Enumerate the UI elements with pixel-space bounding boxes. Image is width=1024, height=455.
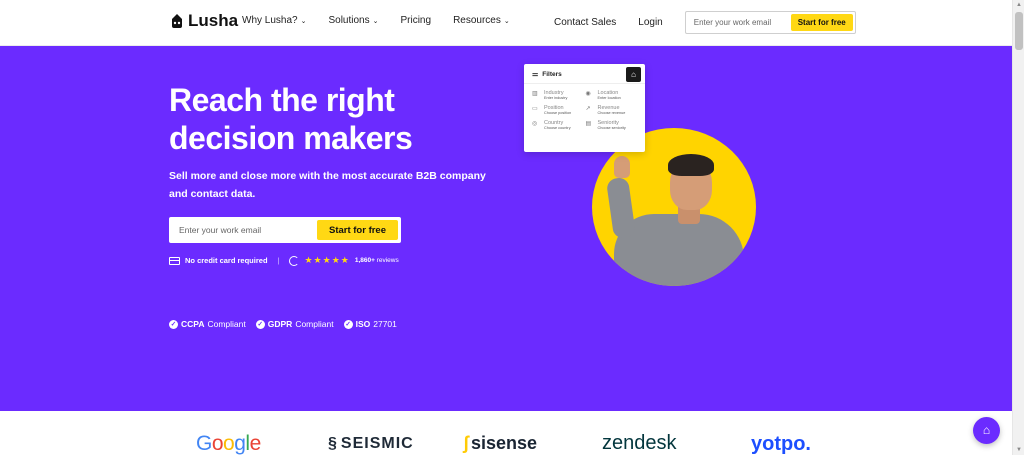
main-nav: Why Lusha? ⌄ Solutions ⌄ Pricing Resourc… <box>242 15 510 26</box>
reviews-count: 1,860+ reviews <box>355 257 399 264</box>
nav-solutions[interactable]: Solutions ⌄ <box>328 15 378 26</box>
hero-email-input[interactable] <box>179 225 317 235</box>
hero-subhead: Sell more and close more with the most a… <box>169 170 486 200</box>
yotpo-text: yotpo. <box>751 433 811 455</box>
globe-icon: ◎ <box>532 121 538 127</box>
google-text: Google <box>196 432 261 455</box>
zendesk-text: zendesk <box>602 432 677 454</box>
hero-headline: Reach the right decision makers <box>169 82 413 156</box>
scroll-thumb[interactable] <box>1015 12 1023 50</box>
filter-sub: Choose seniority <box>597 126 626 130</box>
check-circle-icon: ✓ <box>343 319 353 329</box>
person-hand <box>614 156 630 178</box>
filters-grid: ▥ Industry Enter industry ◉ Location Enter… <box>524 84 645 131</box>
lusha-mini-logo-icon: ⌂ <box>626 66 641 82</box>
lusha-chat-icon: ⌂ <box>982 423 991 437</box>
pin-icon: ◉ <box>585 91 591 97</box>
sisense-mark-icon: ʃ <box>463 433 469 453</box>
contact-sales-link[interactable]: Contact Sales <box>554 12 616 34</box>
no-credit-card-note: No credit card required <box>169 256 268 265</box>
nav-label: Solutions <box>328 15 370 26</box>
gdpr-badge: ✓ GDPR Compliant <box>255 319 334 329</box>
filters-title-text: Filters <box>542 70 562 78</box>
person-hair <box>668 154 714 176</box>
badge-rest: 27701 <box>373 319 397 329</box>
nav-label: Pricing <box>400 15 432 26</box>
briefcase-icon: ▭ <box>532 106 538 112</box>
badge-strong: CCPA <box>181 319 205 329</box>
lusha-logo[interactable]: Lusha <box>170 11 238 31</box>
lusha-logo-icon <box>172 14 182 28</box>
ccpa-badge: ✓ CCPA Compliant <box>169 319 246 329</box>
building-icon: ▥ <box>532 91 538 97</box>
brand-name: Lusha <box>188 11 239 30</box>
google-logo: Google <box>196 433 261 454</box>
scroll-down-arrow-icon[interactable]: ▼ <box>1016 447 1022 453</box>
nav-pricing[interactable]: Pricing <box>400 15 431 26</box>
login-link[interactable]: Login <box>638 12 662 34</box>
filter-industry[interactable]: ▥ Industry Enter industry <box>532 90 586 101</box>
rating-stars: ★★★★★ <box>304 255 350 265</box>
filter-sub: Choose revenue <box>597 111 626 115</box>
chevron-down-icon: ⌄ <box>300 17 307 25</box>
sliders-icon: ⚌ <box>532 71 539 78</box>
header-signup-form: Start for free <box>684 11 856 34</box>
person-arm <box>605 176 637 240</box>
iso-badge: ✓ ISO 27701 <box>343 319 397 329</box>
header-email-input[interactable] <box>693 18 791 27</box>
filter-sub: Enter industry <box>544 96 568 100</box>
hero-section: Reach the right decision makers Sell mor… <box>0 46 1012 411</box>
chat-launcher-button[interactable]: ⌂ <box>973 417 1000 444</box>
page-scrollbar[interactable]: ▲ ▼ <box>1012 0 1024 455</box>
credit-card-icon <box>169 256 180 265</box>
zendesk-logo: zendesk <box>602 433 677 453</box>
filter-seniority[interactable]: ▤ Seniority Choose seniority <box>586 120 640 131</box>
yotpo-logo: yotpo. <box>751 434 811 454</box>
compliance-badges: ✓ CCPA Compliant ✓ GDPR Compliant ✓ ISO … <box>169 319 397 329</box>
badge-strong: GDPR <box>267 319 293 329</box>
no-card-text: No credit card required <box>185 256 268 265</box>
filters-title: ⚌ Filters <box>532 70 562 79</box>
trust-row: No credit card required | ★★★★★ 1,860+ r… <box>169 255 399 266</box>
filters-card: ⚌ Filters ⌂ ▥ Industry Enter industry ◉ L… <box>524 64 645 152</box>
nav-resources[interactable]: Resources ⌄ <box>453 15 510 26</box>
reviews-label: reviews <box>376 257 399 264</box>
filter-sub: Choose country <box>544 126 571 130</box>
filters-header: ⚌ Filters ⌂ <box>524 64 645 84</box>
nav-label: Why Lusha? <box>242 15 298 26</box>
seismic-mark-icon: § <box>328 435 338 452</box>
filter-position[interactable]: ▭ Position Choose position <box>532 105 586 116</box>
scroll-up-arrow-icon[interactable]: ▲ <box>1016 2 1022 8</box>
filter-location[interactable]: ◉ Location Enter location <box>586 90 640 101</box>
site-header: Lusha Why Lusha? ⌄ Solutions ⌄ Pricing R… <box>0 0 1012 46</box>
header-start-free-button[interactable]: Start for free <box>790 14 853 31</box>
seismic-text: SEISMIC <box>340 435 414 452</box>
chevron-down-icon: ⌄ <box>503 17 510 25</box>
sisense-text: sisense <box>471 433 538 453</box>
nav-why-lusha[interactable]: Why Lusha? ⌄ <box>242 15 306 26</box>
trend-icon: ↗ <box>585 106 591 112</box>
chevron-down-icon: ⌄ <box>372 17 379 25</box>
seismic-logo: § SEISMIC <box>328 436 414 452</box>
badge-rest: Compliant <box>207 319 246 329</box>
badge-strong: ISO <box>355 319 371 329</box>
filter-sub: Enter location <box>597 96 621 100</box>
check-circle-icon: ✓ <box>169 319 178 329</box>
check-circle-icon: ✓ <box>255 319 265 329</box>
g2-icon <box>289 255 300 266</box>
nav-label: Resources <box>453 15 501 26</box>
divider: | <box>277 256 280 265</box>
hero-start-free-button[interactable]: Start for free <box>316 220 398 240</box>
hero-signup-form: Start for free <box>169 217 401 243</box>
badge-icon: ▤ <box>585 121 592 127</box>
customer-logos: Google § SEISMIC ʃ sisense zendesk yotpo. <box>0 411 1012 455</box>
reviews-number: 1,860+ <box>354 257 375 264</box>
filter-country[interactable]: ◎ Country Choose country <box>532 120 586 131</box>
filter-revenue[interactable]: ↗ Revenue Choose revenue <box>586 105 640 116</box>
header-actions: Contact Sales Login Start for free <box>554 11 856 34</box>
filter-sub: Choose position <box>544 111 572 115</box>
sisense-logo: ʃ sisense <box>463 434 537 452</box>
badge-rest: Compliant <box>295 319 334 329</box>
